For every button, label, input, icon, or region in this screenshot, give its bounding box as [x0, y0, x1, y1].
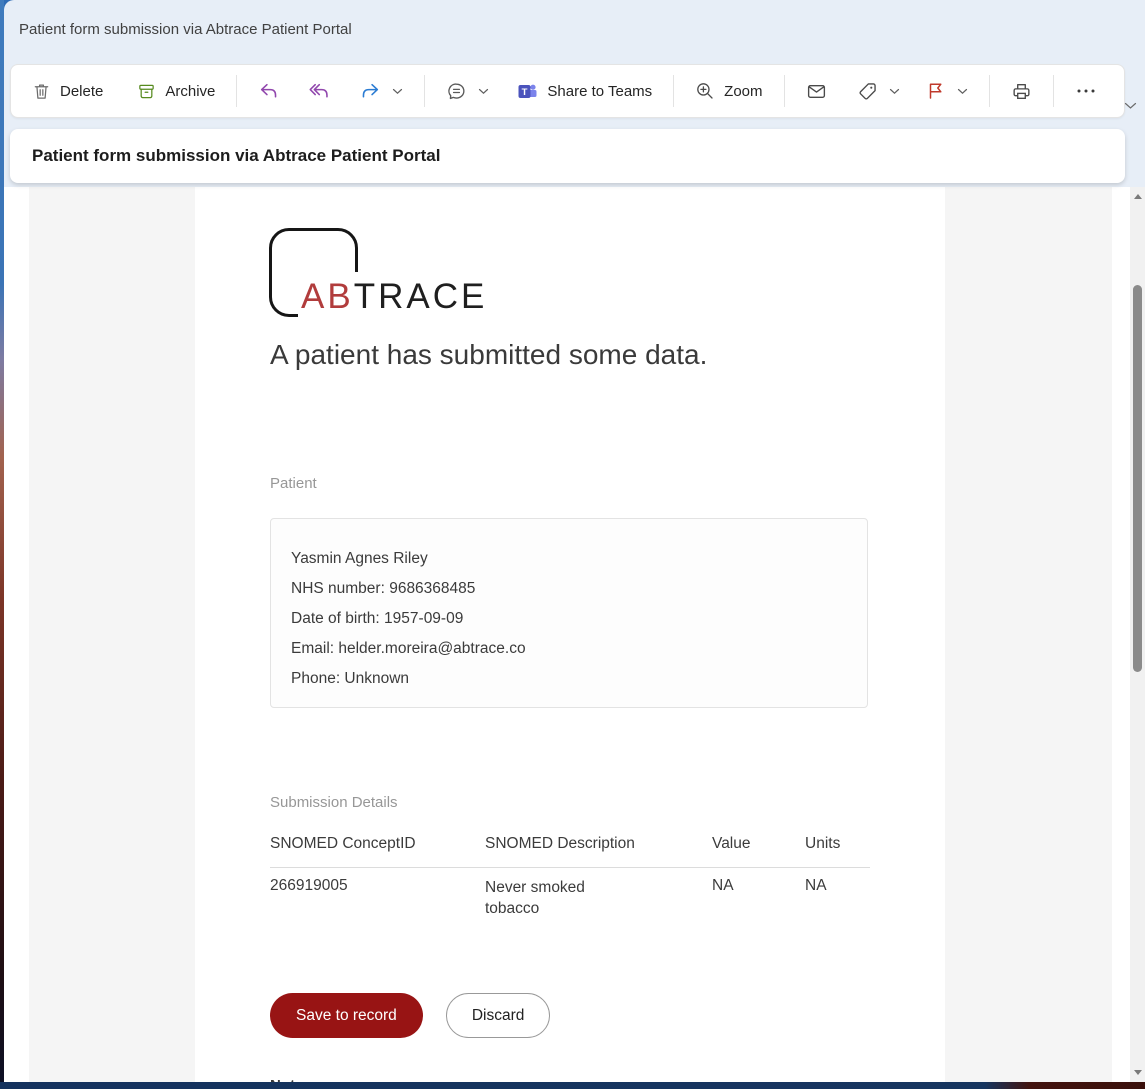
reply-all-icon: [309, 81, 330, 102]
forward-icon: [360, 81, 381, 102]
share-to-teams-button[interactable]: T Share to Teams: [506, 73, 663, 110]
cell-concept-id: 266919005: [270, 877, 485, 919]
teams-icon: T: [517, 81, 538, 102]
header-units: Units: [805, 835, 870, 853]
toolbar-separator: [989, 75, 990, 107]
toolbar-separator: [673, 75, 674, 107]
patient-name: Yasmin Agnes Riley: [291, 544, 849, 574]
categorize-button[interactable]: [846, 73, 911, 110]
scrollbar-up-arrow-icon[interactable]: [1134, 194, 1142, 199]
tag-icon: [857, 81, 878, 102]
table-header-divider: [270, 867, 870, 868]
logo-text-ab: AB: [301, 277, 354, 316]
delete-label: Delete: [60, 83, 103, 100]
patient-email: Email: helder.moreira@abtrace.co: [291, 634, 849, 664]
envelope-icon: [806, 81, 827, 102]
window-title: Patient form submission via Abtrace Pati…: [4, 21, 352, 38]
save-to-record-button[interactable]: Save to record: [270, 993, 423, 1038]
desktop-edge-bottom: [0, 1082, 1145, 1089]
table-row: 266919005 Never smoked tobacco NA NA: [270, 877, 870, 919]
patient-section-label: Patient: [270, 475, 317, 492]
patient-dob: Date of birth: 1957-09-09: [291, 604, 849, 634]
scrollbar[interactable]: [1130, 187, 1145, 1082]
patient-nhs-number: NHS number: 9686368485: [291, 574, 849, 604]
titlebar: Patient form submission via Abtrace Pati…: [4, 0, 1145, 58]
message-status-button[interactable]: [435, 73, 500, 110]
print-button[interactable]: [1000, 73, 1043, 110]
more-options-button[interactable]: [1064, 73, 1108, 109]
toolbar: Delete Archive: [10, 64, 1125, 118]
forward-button[interactable]: [349, 73, 414, 110]
submission-table: SNOMED ConceptID SNOMED Description Valu…: [270, 835, 870, 919]
svg-text:T: T: [522, 87, 528, 98]
reply-all-button[interactable]: [298, 73, 341, 110]
reply-icon: [258, 81, 279, 102]
toolbar-separator: [1053, 75, 1054, 107]
zoom-magnifier-icon: [695, 81, 715, 101]
zoom-label: Zoom: [724, 83, 762, 100]
delete-button[interactable]: Delete: [21, 74, 114, 109]
reading-pane: ABTRACE A patient has submitted some dat…: [12, 187, 1130, 1082]
email-content-card: ABTRACE A patient has submitted some dat…: [195, 187, 945, 1082]
email-action-buttons: Save to record Discard: [270, 993, 550, 1038]
chevron-down-icon: [1124, 102, 1137, 110]
forward-menu-chevron-icon: [392, 88, 403, 95]
read-unread-button[interactable]: [795, 73, 838, 110]
flag-icon: [926, 81, 946, 101]
message-subject: Patient form submission via Abtrace Pati…: [10, 146, 440, 166]
submission-table-header-row: SNOMED ConceptID SNOMED Description Valu…: [270, 835, 870, 853]
discard-button[interactable]: Discard: [446, 993, 551, 1038]
header-snomed-conceptid: SNOMED ConceptID: [270, 835, 485, 853]
toolbar-separator: [236, 75, 237, 107]
message-subject-card: Patient form submission via Abtrace Pati…: [10, 129, 1125, 183]
scrollbar-down-arrow-icon[interactable]: [1134, 1070, 1142, 1075]
more-ellipsis-icon: [1075, 81, 1097, 101]
toolbar-separator: [784, 75, 785, 107]
submission-section-label: Submission Details: [270, 794, 398, 811]
chat-bubble-icon: [446, 81, 467, 102]
patient-phone: Phone: Unknown: [291, 664, 849, 694]
header-value: Value: [712, 835, 805, 853]
archive-label: Archive: [165, 83, 215, 100]
message-status-chevron-icon: [478, 88, 489, 95]
patient-info-box: Yasmin Agnes Riley NHS number: 968636848…: [270, 518, 868, 708]
header-snomed-description: SNOMED Description: [485, 835, 712, 853]
cell-description: Never smoked tobacco: [485, 877, 605, 919]
printer-icon: [1011, 81, 1032, 102]
zoom-button[interactable]: Zoom: [684, 73, 773, 109]
email-heading: A patient has submitted some data.: [270, 339, 707, 371]
archive-icon: [137, 82, 156, 101]
share-to-teams-label: Share to Teams: [547, 83, 652, 100]
trash-icon: [32, 82, 51, 101]
collapse-toolbar-button[interactable]: [1124, 97, 1137, 115]
flag-chevron-icon: [957, 88, 968, 95]
logo-text-trace: TRACE: [354, 277, 488, 316]
toolbar-separator: [424, 75, 425, 107]
reply-button[interactable]: [247, 73, 290, 110]
cell-value: NA: [712, 877, 805, 919]
categorize-chevron-icon: [889, 88, 900, 95]
flag-button[interactable]: [915, 73, 979, 109]
cell-units: NA: [805, 877, 870, 919]
scrollbar-thumb[interactable]: [1133, 285, 1142, 672]
abtrace-logo: ABTRACE: [269, 228, 549, 328]
archive-button[interactable]: Archive: [126, 74, 226, 109]
